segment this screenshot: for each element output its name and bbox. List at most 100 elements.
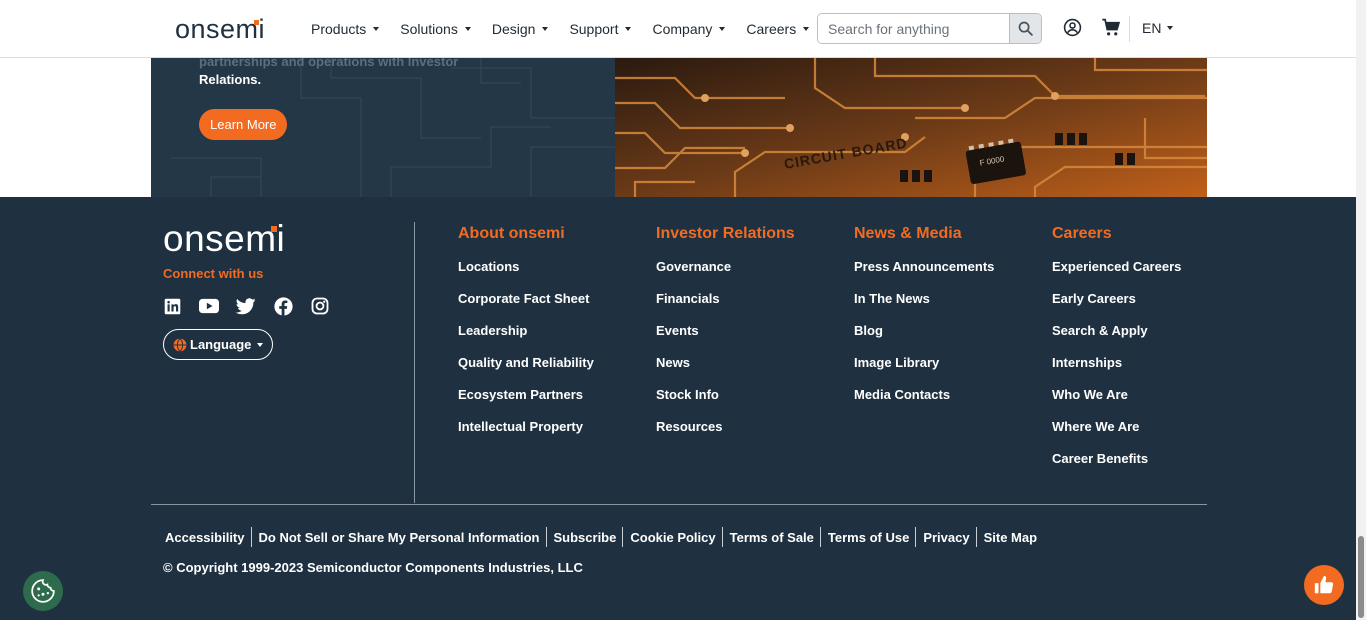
nav-design[interactable]: Design xyxy=(492,21,549,37)
learn-more-button[interactable]: Learn More xyxy=(199,109,288,140)
legal-link-terms-of-use[interactable]: Terms of Use xyxy=(826,530,915,545)
language-button-label: Language xyxy=(190,337,252,352)
footer-link[interactable]: Blog xyxy=(854,323,994,355)
footer-link[interactable]: Locations xyxy=(458,259,594,291)
account-button[interactable] xyxy=(1063,18,1082,37)
footer-link[interactable]: Quality and Reliability xyxy=(458,355,594,387)
link-separator xyxy=(915,527,917,547)
footer-link[interactable]: Resources xyxy=(656,419,795,451)
legal-link-terms-of-sale[interactable]: Terms of Sale xyxy=(728,530,820,545)
site-header: onsemi Products Solutions Design Support… xyxy=(0,0,1356,58)
footer-link[interactable]: Image Library xyxy=(854,355,994,387)
footer-link[interactable]: Ecosystem Partners xyxy=(458,387,594,419)
nav-products[interactable]: Products xyxy=(311,21,380,37)
youtube-link[interactable] xyxy=(199,297,219,315)
nav-label: Careers xyxy=(746,21,797,37)
hero-description: partnerships and operations with Investo… xyxy=(199,58,458,89)
column-heading[interactable]: News & Media xyxy=(854,225,994,243)
search-input[interactable] xyxy=(818,14,1009,43)
twitter-icon xyxy=(236,297,256,314)
cookie-settings-button[interactable] xyxy=(23,571,63,611)
footer-link[interactable]: Media Contacts xyxy=(854,387,994,419)
footer-link[interactable]: Career Benefits xyxy=(1052,451,1181,483)
search-icon xyxy=(1018,21,1033,36)
footer-link[interactable]: News xyxy=(656,355,795,387)
legal-link-cookie-policy[interactable]: Cookie Policy xyxy=(628,530,721,545)
cart-icon xyxy=(1102,18,1121,36)
thumbs-up-icon xyxy=(1314,575,1334,594)
link-separator xyxy=(622,527,624,547)
footer-link[interactable]: Governance xyxy=(656,259,795,291)
footer-link[interactable]: Stock Info xyxy=(656,387,795,419)
twitter-link[interactable] xyxy=(236,297,256,315)
link-separator xyxy=(975,527,977,547)
nav-company[interactable]: Company xyxy=(652,21,726,37)
instagram-icon xyxy=(311,297,329,315)
caret-down-icon xyxy=(542,27,549,31)
footer-link[interactable]: Financials xyxy=(656,291,795,323)
link-separator xyxy=(819,527,821,547)
legal-link-site-map[interactable]: Site Map xyxy=(982,530,1043,545)
globe-icon xyxy=(173,337,187,352)
caret-down-icon xyxy=(464,27,471,31)
footer-link[interactable]: Experienced Careers xyxy=(1052,259,1181,291)
footer-link[interactable]: Where We Are xyxy=(1052,419,1181,451)
cart-button[interactable] xyxy=(1101,18,1121,37)
footer-link[interactable]: In The News xyxy=(854,291,994,323)
header-divider xyxy=(1129,16,1130,42)
column-heading[interactable]: About onsemi xyxy=(458,225,594,243)
caret-down-icon xyxy=(719,27,726,31)
footer-language-button[interactable]: Language xyxy=(163,329,273,360)
footer-link[interactable]: Internships xyxy=(1052,355,1181,387)
account-icon xyxy=(1063,18,1082,37)
cookie-icon xyxy=(31,579,55,603)
column-heading[interactable]: Careers xyxy=(1052,225,1181,243)
nav-label: Products xyxy=(311,21,367,37)
footer-link[interactable]: Early Careers xyxy=(1052,291,1181,323)
footer-link[interactable]: Intellectual Property xyxy=(458,419,594,451)
nav-solutions[interactable]: Solutions xyxy=(400,21,471,37)
caret-down-icon xyxy=(803,27,810,31)
logo-accent-dot xyxy=(271,226,278,232)
link-separator xyxy=(545,527,547,547)
linkedin-link[interactable] xyxy=(162,297,182,315)
page-scrollbar[interactable] xyxy=(1356,0,1366,620)
footer-link[interactable]: Events xyxy=(656,323,795,355)
nav-support[interactable]: Support xyxy=(569,21,632,37)
hero-faded-line: partnerships and operations with Investo… xyxy=(199,58,459,69)
legal-link-subscribe[interactable]: Subscribe xyxy=(552,530,623,545)
caret-down-icon xyxy=(373,27,380,31)
nav-label: Company xyxy=(652,21,713,37)
youtube-icon xyxy=(199,298,219,314)
feedback-button[interactable] xyxy=(1304,565,1344,605)
main-nav: Products Solutions Design Support Compan… xyxy=(311,0,830,58)
connect-heading: Connect with us xyxy=(163,266,264,281)
footer-link[interactable]: Press Announcements xyxy=(854,259,994,291)
legal-link-accessibility[interactable]: Accessibility xyxy=(163,530,251,545)
language-selector[interactable]: EN xyxy=(1142,20,1174,36)
footer-vertical-divider xyxy=(414,222,415,503)
footer-link[interactable]: Leadership xyxy=(458,323,594,355)
nav-careers[interactable]: Careers xyxy=(746,21,810,37)
link-separator xyxy=(250,527,252,547)
footer-link[interactable]: Who We Are xyxy=(1052,387,1181,419)
instagram-link[interactable] xyxy=(310,297,330,315)
column-heading[interactable]: Investor Relations xyxy=(656,225,795,243)
logo-text: onsemi xyxy=(175,14,266,44)
search-button[interactable] xyxy=(1009,14,1041,43)
legal-link-do-not-sell[interactable]: Do Not Sell or Share My Personal Informa… xyxy=(257,530,546,545)
facebook-link[interactable] xyxy=(273,296,293,316)
facebook-icon xyxy=(273,296,293,316)
scrollbar-thumb[interactable] xyxy=(1358,536,1364,618)
caret-down-icon xyxy=(1167,26,1174,30)
footer-onsemi-logo[interactable]: onsemi xyxy=(163,218,285,260)
hero-text-line: Relations. xyxy=(199,72,262,87)
legal-link-privacy[interactable]: Privacy xyxy=(921,530,975,545)
footer-column-investor: Investor Relations Governance Financials… xyxy=(656,225,795,451)
onsemi-logo[interactable]: onsemi xyxy=(175,14,265,45)
social-links xyxy=(162,296,330,316)
footer-horizontal-divider xyxy=(151,504,1207,505)
footer-link[interactable]: Search & Apply xyxy=(1052,323,1181,355)
footer-link[interactable]: Corporate Fact Sheet xyxy=(458,291,594,323)
copyright-text: © Copyright 1999-2023 Semiconductor Comp… xyxy=(163,560,583,575)
